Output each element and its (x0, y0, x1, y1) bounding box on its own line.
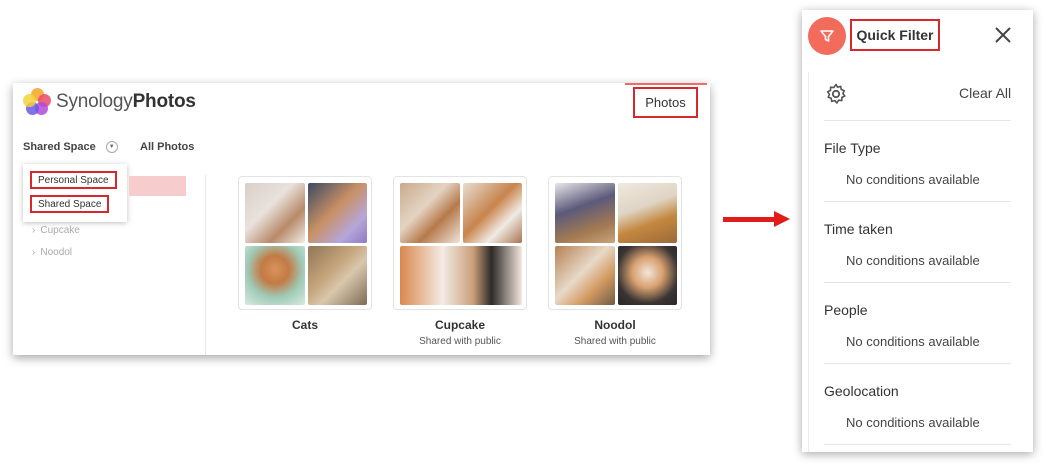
photo-thumbnail (245, 183, 305, 243)
sidebar-divider (205, 175, 206, 355)
photo-thumbnail (555, 183, 615, 243)
menu-item-personal-space[interactable]: Personal Space (30, 171, 117, 189)
photos-app-window: SynologyPhotos Photos Shared Space ▼ All… (13, 83, 710, 355)
chevron-right-icon: › (32, 247, 36, 258)
arrow-right-icon-head (774, 211, 790, 227)
section-divider (824, 201, 1011, 202)
photo-thumbnail (555, 246, 615, 305)
section-divider (824, 444, 1011, 445)
chevron-down-icon[interactable]: ▼ (105, 141, 118, 153)
menu-item-shared-space[interactable]: Shared Space (30, 195, 110, 213)
selected-tree-item-highlight (129, 176, 186, 196)
empty-conditions-text: No conditions available (846, 172, 980, 187)
section-title-people: People (824, 302, 868, 318)
brand-name: SynologyPhotos (56, 91, 196, 112)
photo-thumbnail (400, 183, 460, 243)
empty-conditions-text: No conditions available (846, 334, 980, 349)
space-selector[interactable]: Shared Space ▼ (23, 141, 118, 153)
filter-icon[interactable] (808, 17, 846, 55)
album-title: Cats (291, 318, 318, 332)
space-dropdown-menu: Personal Space Shared Space (23, 164, 127, 222)
album-title: Noodol (594, 318, 636, 332)
photo-thumbnail (308, 183, 367, 243)
album-title: Cupcake (434, 318, 486, 332)
brand: SynologyPhotos (23, 88, 196, 116)
arrow-right-icon (723, 217, 775, 222)
album-cover[interactable] (238, 176, 372, 310)
album-cover[interactable] (393, 176, 527, 310)
chevron-right-icon: › (32, 225, 36, 236)
section-title-time-taken: Time taken (824, 221, 893, 237)
empty-conditions-text: No conditions available (846, 415, 980, 430)
photo-thumbnail (245, 246, 305, 305)
photo-thumbnail (463, 183, 522, 243)
album-cupcake[interactable]: Cupcake Shared with public (393, 176, 527, 347)
photo-thumbnail (618, 246, 677, 305)
space-selector-label: Shared Space (23, 141, 96, 153)
synology-photos-logo-icon (23, 88, 51, 116)
clear-all-button[interactable]: Clear All (959, 85, 1011, 101)
album-noodol[interactable]: Noodol Shared with public (548, 176, 682, 347)
photo-thumbnail (400, 246, 522, 305)
section-divider (824, 120, 1011, 121)
photo-thumbnail (308, 246, 367, 305)
album-cover[interactable] (548, 176, 682, 310)
section-divider (824, 282, 1011, 283)
section-divider (824, 363, 1011, 364)
gear-icon[interactable] (824, 82, 848, 106)
quick-filter-panel: Quick Filter Clear All File Type No cond… (802, 10, 1033, 452)
quick-filter-title: Quick Filter (850, 19, 940, 51)
tree-item-cupcake[interactable]: › Cupcake (32, 225, 80, 236)
section-title-file-type: File Type (824, 140, 881, 156)
album-sharing-status: Shared with public (419, 336, 501, 347)
empty-conditions-text: No conditions available (846, 253, 980, 268)
photos-button[interactable]: Photos (633, 87, 698, 118)
album-sharing-status: Shared with public (574, 336, 656, 347)
all-photos-link[interactable]: All Photos (140, 141, 194, 153)
section-title-geolocation: Geolocation (824, 383, 899, 399)
album-cats[interactable]: Cats (238, 176, 372, 332)
panel-divider (808, 72, 809, 452)
photo-thumbnail (618, 183, 677, 243)
close-icon[interactable] (992, 24, 1014, 46)
tab-indicator (625, 83, 707, 85)
tree-item-noodol[interactable]: › Noodol (32, 247, 72, 258)
